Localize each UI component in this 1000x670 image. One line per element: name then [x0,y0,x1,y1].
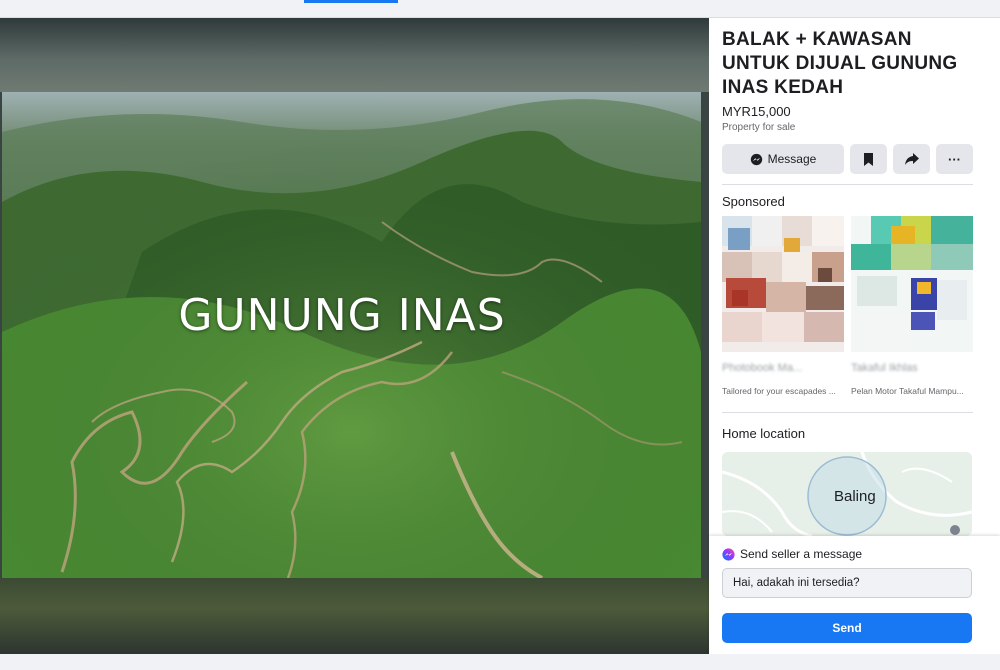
bookmark-icon [864,152,873,166]
listing-photo[interactable]: GUNUNG INAS [2,92,701,578]
home-location-heading: Home location [722,426,806,441]
listing-category[interactable]: Property for sale [722,122,795,133]
action-bar: Message ··· [722,144,973,174]
map-place-label: Baling [834,488,876,505]
send-button[interactable]: Send [722,613,972,643]
send-message-section: Send seller a message Send [709,536,1000,654]
photo-blur-backdrop-top [0,18,709,92]
sponsored-description: Pelan Motor Takaful Mampu... [851,386,964,396]
listing-media-viewer: GUNUNG INAS [0,18,709,654]
listing-price: MYR15,000 [722,104,791,119]
more-icon: ··· [948,151,961,167]
listing-details-panel: BALAK + KAWASAN UNTUK DIJUAL GUNUNG INAS… [709,18,1000,654]
sponsored-image-2 [851,216,973,352]
top-bar [0,0,1000,18]
sponsored-description: Tailored for your escapades ... [722,386,836,396]
messenger-icon [722,548,735,561]
send-message-heading: Send seller a message [740,547,863,561]
divider [722,184,973,185]
more-options-button[interactable]: ··· [936,144,973,174]
sponsored-image-pixelated [851,216,973,352]
message-button-label: Message [767,152,817,166]
messenger-icon [750,153,762,165]
active-tab-indicator [304,0,398,3]
save-button[interactable] [850,144,887,174]
sponsored-card-2[interactable]: Takaful Ikhlas Pelan Motor Takaful Mampu… [851,216,973,396]
share-button[interactable] [893,144,930,174]
location-map[interactable]: Baling [722,452,972,536]
share-icon [904,153,919,165]
sponsored-card-1[interactable]: Photobook Ma... Tailored for your escapa… [722,216,844,396]
sponsored-name: Takaful Ikhlas [851,362,918,374]
sponsored-name: Photobook Ma... [722,362,803,374]
divider [722,412,973,413]
listing-title: BALAK + KAWASAN UNTUK DIJUAL GUNUNG INAS… [722,29,958,98]
sponsored-image-1 [722,216,844,352]
message-button[interactable]: Message [722,144,844,174]
photo-overlay-text: GUNUNG INAS [178,290,506,341]
sponsored-image-pixelated [722,216,844,352]
bottom-bar [0,654,1000,670]
photo-blur-backdrop-bottom [0,578,709,654]
sponsored-heading: Sponsored [722,194,785,209]
message-input[interactable] [722,568,972,598]
